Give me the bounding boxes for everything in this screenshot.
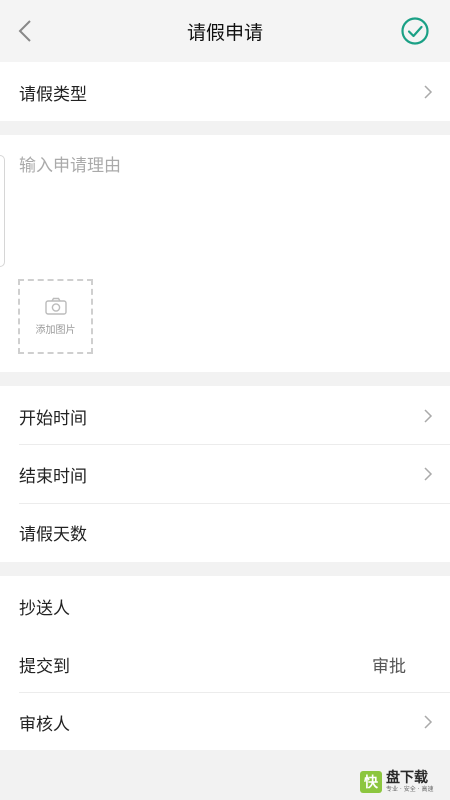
confirm-button[interactable] bbox=[400, 16, 430, 46]
add-photo-label: 添加图片 bbox=[35, 325, 76, 336]
end-time-label: 结束时间 bbox=[19, 467, 87, 487]
edge-handle[interactable] bbox=[0, 155, 5, 267]
camera-icon bbox=[44, 297, 67, 315]
submit-to-row[interactable]: 提交到 审批 bbox=[0, 634, 450, 692]
cc-row[interactable]: 抄送人 bbox=[0, 576, 450, 634]
leave-type-section: 请假类型 bbox=[0, 62, 450, 121]
leave-type-label: 请假类型 bbox=[19, 85, 87, 105]
start-time-label: 开始时间 bbox=[19, 409, 87, 429]
cc-label: 抄送人 bbox=[19, 599, 70, 619]
leave-days-row[interactable]: 请假天数 bbox=[0, 502, 450, 560]
page-title: 请假申请 bbox=[186, 22, 263, 44]
chevron-right-icon bbox=[424, 467, 433, 481]
nav-bar: 请假申请 bbox=[0, 0, 450, 62]
start-time-row[interactable]: 开始时间 bbox=[0, 386, 450, 444]
watermark-text: 盘下载 专业 · 安全 · 高速 bbox=[386, 771, 433, 793]
watermark-icon: 快 bbox=[360, 771, 382, 793]
leave-days-label: 请假天数 bbox=[19, 525, 87, 545]
chevron-right-icon bbox=[424, 715, 433, 729]
check-circle-icon bbox=[401, 17, 429, 45]
watermark-slogan: 专业 · 安全 · 高速 bbox=[386, 786, 434, 793]
watermark-name: 盘下载 bbox=[386, 770, 428, 786]
reviewer-row[interactable]: 审核人 bbox=[0, 692, 450, 750]
submit-to-label: 提交到 bbox=[19, 657, 70, 677]
time-section: 开始时间 结束时间 请假天数 bbox=[0, 386, 450, 562]
submit-to-value: 审批 bbox=[372, 657, 406, 677]
reason-section: 添加图片 bbox=[0, 135, 450, 372]
chevron-right-icon bbox=[424, 409, 433, 423]
end-time-row[interactable]: 结束时间 bbox=[0, 444, 450, 502]
leave-type-row[interactable]: 请假类型 bbox=[0, 62, 450, 120]
reviewer-label: 审核人 bbox=[19, 715, 70, 735]
reason-input[interactable] bbox=[19, 151, 419, 251]
chevron-right-icon bbox=[424, 85, 433, 99]
add-photo-button[interactable]: 添加图片 bbox=[18, 279, 93, 354]
routing-section: 抄送人 提交到 审批 审核人 bbox=[0, 576, 450, 750]
watermark-logo: 快 盘下载 专业 · 安全 · 高速 bbox=[360, 768, 446, 796]
